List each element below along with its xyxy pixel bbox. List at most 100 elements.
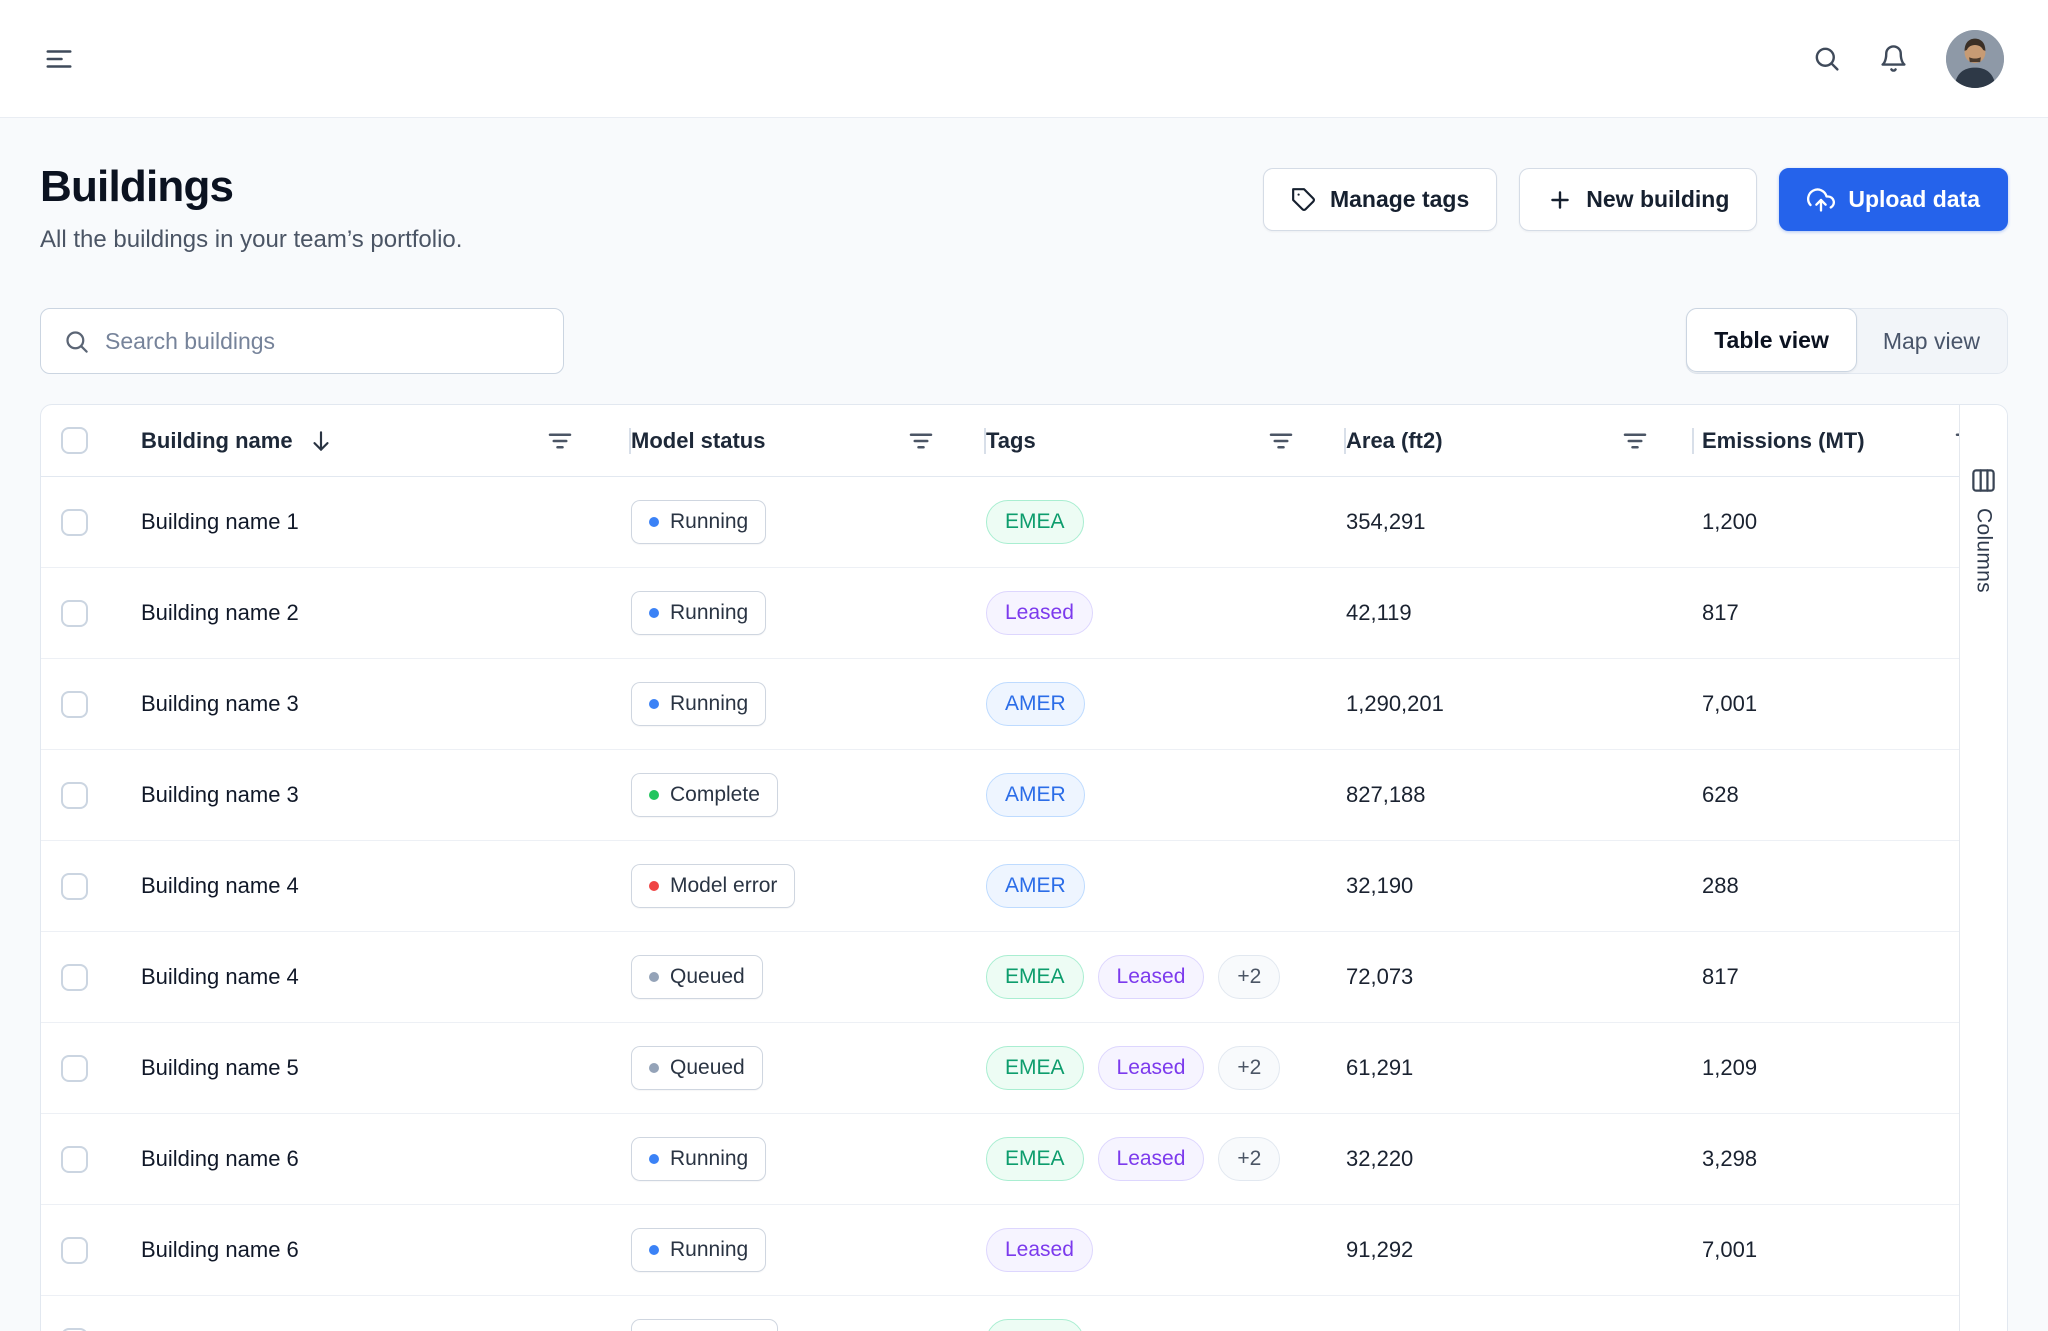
avatar[interactable] — [1946, 30, 2004, 88]
tag-icon — [1291, 187, 1317, 213]
tag-badge-amer: AMER — [986, 773, 1085, 817]
area-cell: 354,291 — [1346, 509, 1694, 535]
table-row[interactable]: Building name 7 Complete EMEA 827,188 9,… — [41, 1296, 2007, 1331]
tag-badge-emea: EMEA — [986, 1046, 1084, 1090]
upload-cloud-icon — [1807, 186, 1835, 214]
table-row[interactable]: Building name 3 Complete AMER 827,188 62… — [41, 750, 2007, 841]
row-checkbox[interactable] — [61, 1146, 88, 1173]
manage-tags-button[interactable]: Manage tags — [1263, 168, 1497, 231]
filter-icon-model-status[interactable] — [906, 426, 936, 456]
columns-icon — [1970, 467, 1997, 494]
map-view-tab[interactable]: Map view — [1856, 309, 2007, 373]
row-checkbox[interactable] — [61, 782, 88, 809]
new-building-button[interactable]: New building — [1519, 168, 1757, 231]
search-box[interactable] — [40, 308, 564, 374]
emissions-cell: 1,200 — [1694, 509, 1994, 535]
tag-badge-more: +2 — [1218, 955, 1280, 999]
emissions-cell: 817 — [1694, 964, 1994, 990]
page-header: Buildings All the buildings in your team… — [0, 118, 2048, 254]
tag-badge-emea: EMEA — [986, 1319, 1084, 1331]
status-badge: Queued — [631, 1046, 763, 1090]
area-cell: 1,290,201 — [1346, 691, 1694, 717]
upload-data-button[interactable]: Upload data — [1779, 168, 2008, 231]
tag-badge-leased: Leased — [1098, 1046, 1205, 1090]
status-dot — [649, 608, 659, 618]
column-header-area: Area (ft2) — [1346, 428, 1443, 454]
tags-cell: Leased — [986, 1228, 1346, 1272]
search-input[interactable] — [105, 328, 541, 355]
table-header-row: Building name Model status — [41, 405, 2007, 477]
bell-icon[interactable] — [1879, 44, 1908, 73]
status-label: Queued — [670, 965, 745, 989]
table-row[interactable]: Building name 4 Queued EMEALeased+2 72,0… — [41, 932, 2007, 1023]
status-badge: Running — [631, 682, 766, 726]
area-cell: 42,119 — [1346, 600, 1694, 626]
building-name: Building name 1 — [141, 509, 631, 535]
filter-icon-tags[interactable] — [1266, 426, 1296, 456]
status-label: Running — [670, 510, 748, 534]
row-checkbox[interactable] — [61, 1055, 88, 1082]
status-badge: Queued — [631, 955, 763, 999]
new-building-label: New building — [1586, 186, 1729, 213]
status-badge: Complete — [631, 773, 778, 817]
tag-badge-leased: Leased — [1098, 955, 1205, 999]
filter-icon-area[interactable] — [1620, 426, 1650, 456]
search-icon[interactable] — [1812, 44, 1841, 73]
building-name: Building name 6 — [141, 1146, 631, 1172]
table-row[interactable]: Building name 3 Running AMER 1,290,201 7… — [41, 659, 2007, 750]
status-label: Running — [670, 1238, 748, 1262]
header-actions: Manage tags New building Upload data — [1263, 168, 2008, 231]
table-row[interactable]: Building name 6 Running Leased 91,292 7,… — [41, 1205, 2007, 1296]
area-cell: 61,291 — [1346, 1055, 1694, 1081]
menu-icon[interactable] — [44, 44, 74, 74]
row-checkbox[interactable] — [61, 509, 88, 536]
building-name: Building name 2 — [141, 600, 631, 626]
status-label: Complete — [670, 783, 760, 807]
filter-icon-building-name[interactable] — [545, 426, 575, 456]
row-checkbox[interactable] — [61, 1328, 88, 1331]
select-all-checkbox[interactable] — [61, 427, 88, 454]
tags-cell: AMER — [986, 682, 1346, 726]
status-dot — [649, 790, 659, 800]
status-dot — [649, 972, 659, 982]
column-header-building-name: Building name — [141, 428, 293, 454]
columns-panel-toggle[interactable]: Columns — [1959, 405, 2007, 1331]
row-checkbox[interactable] — [61, 964, 88, 991]
status-dot — [649, 881, 659, 891]
status-badge: Model error — [631, 864, 795, 908]
tag-badge-leased: Leased — [1098, 1137, 1205, 1181]
tag-badge-leased: Leased — [986, 1228, 1093, 1272]
status-dot — [649, 1245, 659, 1255]
building-name: Building name 4 — [141, 873, 631, 899]
table-row[interactable]: Building name 6 Running EMEALeased+2 32,… — [41, 1114, 2007, 1205]
row-checkbox[interactable] — [61, 600, 88, 627]
emissions-cell: 288 — [1694, 873, 1994, 899]
area-cell: 72,073 — [1346, 964, 1694, 990]
page-title: Buildings — [40, 162, 462, 212]
table-row[interactable]: Building name 5 Queued EMEALeased+2 61,2… — [41, 1023, 2007, 1114]
table-row[interactable]: Building name 1 Running EMEA 354,291 1,2… — [41, 477, 2007, 568]
table-row[interactable]: Building name 4 Model error AMER 32,190 … — [41, 841, 2007, 932]
emissions-cell: 3,298 — [1694, 1146, 1994, 1172]
column-header-emissions: Emissions (MT) — [1702, 428, 1865, 454]
sort-desc-icon[interactable] — [308, 428, 334, 454]
plus-icon — [1547, 187, 1573, 213]
toolbar: Table view Map view — [0, 254, 2048, 374]
tag-badge-amer: AMER — [986, 864, 1085, 908]
row-checkbox[interactable] — [61, 1237, 88, 1264]
row-checkbox[interactable] — [61, 691, 88, 718]
table-view-tab[interactable]: Table view — [1686, 308, 1857, 372]
table-row[interactable]: Building name 2 Running Leased 42,119 81… — [41, 568, 2007, 659]
view-toggle: Table view Map view — [1686, 308, 2008, 374]
emissions-cell: 7,001 — [1694, 1237, 1994, 1263]
table-body: Building name 1 Running EMEA 354,291 1,2… — [41, 477, 2007, 1331]
status-badge: Running — [631, 500, 766, 544]
tags-cell: AMER — [986, 864, 1346, 908]
row-checkbox[interactable] — [61, 873, 88, 900]
tags-cell: EMEALeased+2 — [986, 955, 1346, 999]
column-header-tags: Tags — [986, 428, 1036, 454]
status-badge: Running — [631, 1228, 766, 1272]
area-cell: 827,188 — [1346, 782, 1694, 808]
tags-cell: EMEA — [986, 1319, 1346, 1331]
status-label: Running — [670, 1147, 748, 1171]
